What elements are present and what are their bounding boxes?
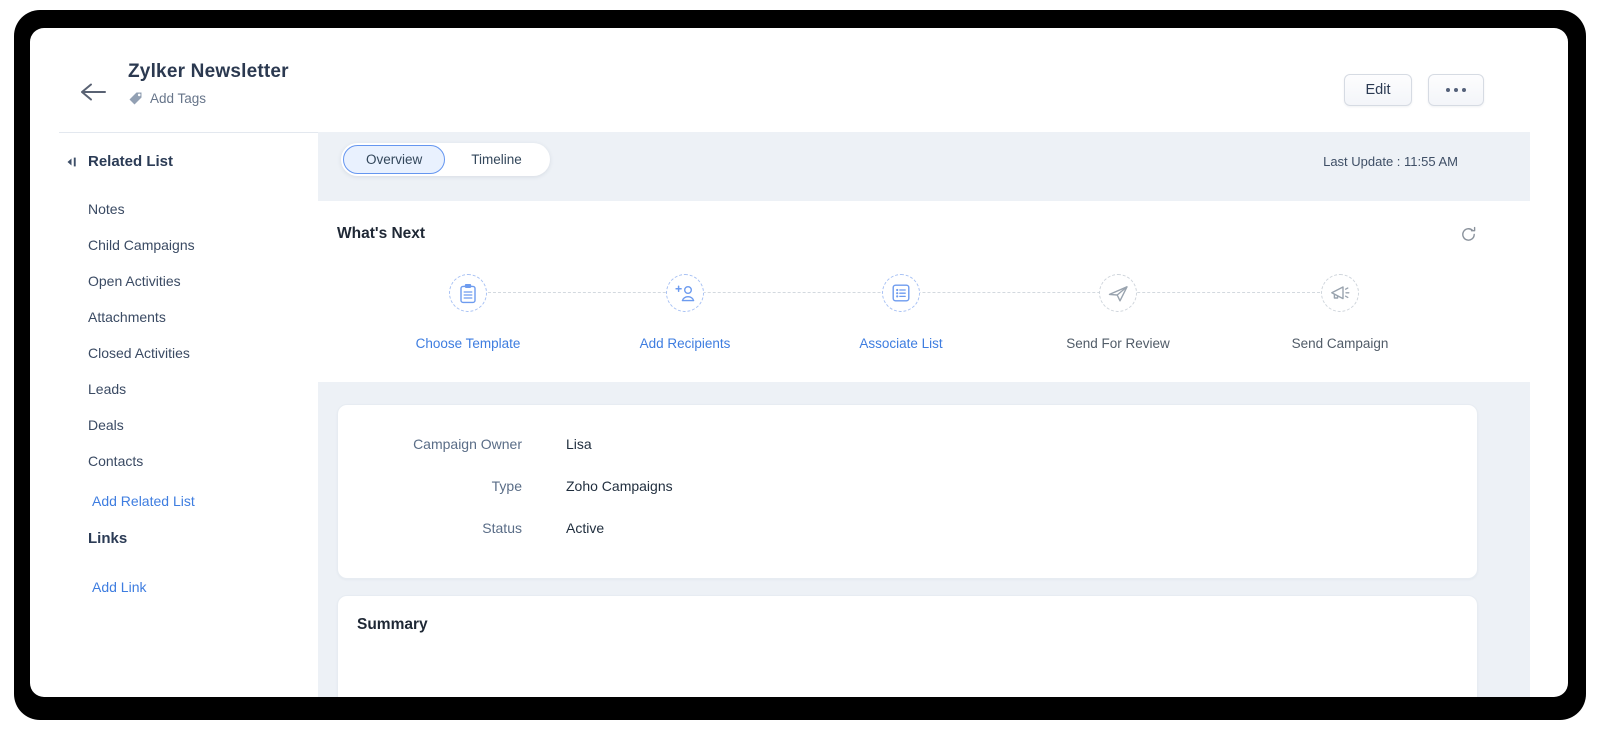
step-circle-add-recipients[interactable] (666, 274, 704, 312)
detail-row-campaign-owner: Campaign Owner Lisa (338, 423, 1477, 465)
step-add-recipients[interactable]: Add Recipients (585, 274, 785, 351)
sidebar-item-attachments[interactable]: Attachments (59, 299, 318, 335)
step-label-send-campaign: Send Campaign (1291, 336, 1389, 351)
whats-next-heading: What's Next (337, 225, 426, 242)
edit-button[interactable]: Edit (1344, 74, 1412, 106)
sidebar-item-child-campaigns[interactable]: Child Campaigns (59, 227, 318, 263)
more-actions-button[interactable] (1428, 74, 1484, 106)
collapse-panel-icon[interactable] (66, 156, 78, 168)
ellipsis-icon (1446, 88, 1450, 92)
campaign-details-card: Campaign Owner Lisa Type Zoho Campaigns … (337, 404, 1478, 579)
detail-label: Campaign Owner (413, 436, 522, 452)
step-label-choose-template[interactable]: Choose Template (368, 336, 568, 351)
detail-label: Type (491, 478, 522, 494)
detail-label: Status (482, 520, 522, 536)
app-window: Zylker Newsletter Add Tags Edit Related … (30, 28, 1568, 697)
whats-next-section: What's Next Choose Template Add Recipien… (318, 201, 1530, 382)
send-campaign-icon (1331, 286, 1350, 300)
tab-group: Overview Timeline (341, 143, 550, 176)
tab-band: Overview Timeline Last Update : 11:55 AM (318, 132, 1530, 201)
last-update-text: Last Update : 11:55 AM (1323, 154, 1458, 169)
ellipsis-icon (1454, 88, 1458, 92)
detail-value: Lisa (566, 436, 592, 452)
sidebar-item-deals[interactable]: Deals (59, 407, 318, 443)
step-circle-associate-list[interactable] (882, 274, 920, 312)
step-label-add-recipients[interactable]: Add Recipients (585, 336, 785, 351)
main-content: Overview Timeline Last Update : 11:55 AM… (318, 132, 1530, 697)
related-list-sidebar: Related List Notes Child Campaigns Open … (59, 132, 318, 697)
add-tags-button[interactable]: Add Tags (128, 91, 206, 106)
summary-card: Summary (337, 595, 1478, 697)
ellipsis-icon (1462, 88, 1466, 92)
back-button[interactable] (78, 80, 110, 104)
related-list-heading-label: Related List (88, 153, 174, 170)
step-send-for-review: Send For Review (1018, 274, 1218, 351)
page-title: Zylker Newsletter (128, 61, 289, 82)
tab-timeline[interactable]: Timeline (445, 152, 548, 167)
refresh-icon (1462, 226, 1476, 241)
add-recipients-icon (674, 284, 694, 301)
summary-heading: Summary (357, 616, 428, 633)
back-arrow-icon (81, 83, 106, 101)
step-associate-list[interactable]: Associate List (801, 274, 1001, 351)
step-send-campaign: Send Campaign (1240, 274, 1440, 351)
tab-overview[interactable]: Overview (343, 145, 446, 174)
send-review-icon (1108, 285, 1128, 301)
sidebar-item-open-activities[interactable]: Open Activities (59, 263, 318, 299)
step-choose-template[interactable]: Choose Template (368, 274, 568, 351)
detail-value: Zoho Campaigns (566, 478, 673, 494)
related-list-heading: Related List (66, 153, 318, 170)
tag-icon (129, 92, 142, 105)
add-tags-label: Add Tags (150, 91, 207, 106)
step-circle-send-for-review (1099, 274, 1137, 312)
template-icon (460, 283, 476, 303)
detail-row-status: Status Active (338, 507, 1477, 549)
detail-value: Active (566, 520, 605, 536)
add-link-link[interactable]: Add Link (59, 569, 318, 605)
associate-list-icon (892, 284, 910, 302)
sidebar-item-leads[interactable]: Leads (59, 371, 318, 407)
sidebar-item-contacts[interactable]: Contacts (59, 443, 318, 479)
add-related-list-link[interactable]: Add Related List (59, 483, 318, 519)
step-label-send-for-review: Send For Review (1066, 336, 1170, 351)
detail-row-type: Type Zoho Campaigns (338, 465, 1477, 507)
step-label-associate-list[interactable]: Associate List (801, 336, 1001, 351)
step-circle-send-campaign (1321, 274, 1359, 312)
sidebar-item-closed-activities[interactable]: Closed Activities (59, 335, 318, 371)
sidebar-item-notes[interactable]: Notes (59, 191, 318, 227)
links-heading: Links (88, 530, 128, 547)
step-circle-choose-template[interactable] (449, 274, 487, 312)
refresh-button[interactable] (1460, 225, 1478, 243)
